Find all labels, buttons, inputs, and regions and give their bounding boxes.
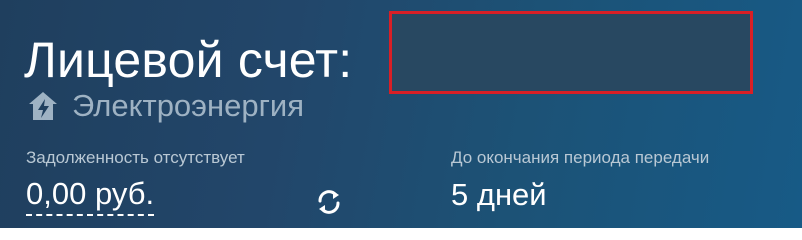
refresh-icon[interactable] (312, 187, 346, 217)
account-card: Лицевой счет: Электроэнергия Задолженнос… (0, 0, 802, 228)
debt-status-caption: Задолженность отсутствует (26, 148, 245, 167)
service-row: Электроэнергия (26, 86, 304, 126)
period-caption: До окончания периода передачи (451, 148, 710, 167)
debt-amount-link[interactable]: 0,00 руб. (26, 174, 155, 216)
account-number-highlight (389, 11, 753, 94)
house-lightning-icon (26, 89, 60, 123)
period-days-value: 5 дней (451, 177, 547, 212)
account-title: Лицевой счет: (24, 32, 353, 88)
service-label: Электроэнергия (72, 88, 305, 123)
